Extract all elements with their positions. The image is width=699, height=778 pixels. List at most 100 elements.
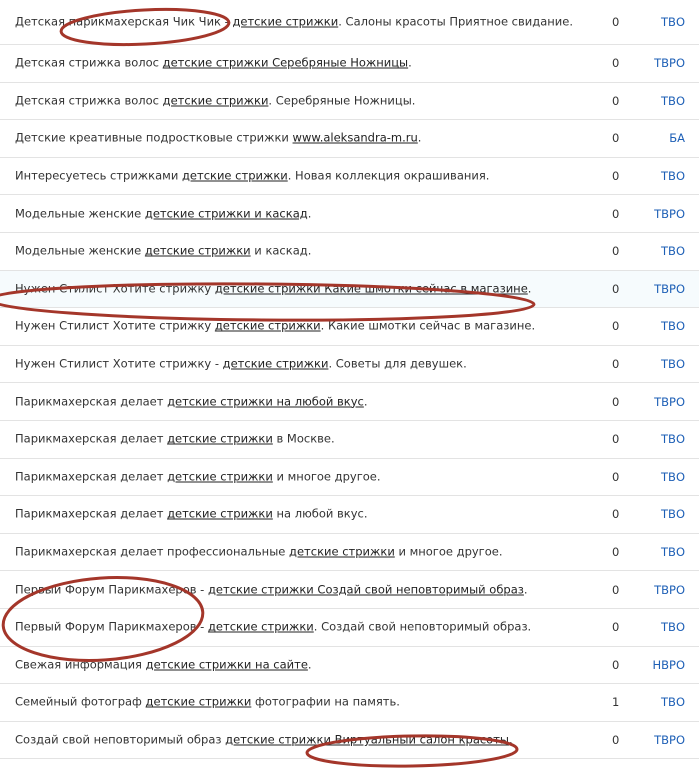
- row-prefix: Детская стрижка волос: [15, 93, 163, 108]
- row-prefix: Нужен Стилист Хотите стрижку: [15, 281, 215, 296]
- row-count: 0: [612, 244, 620, 259]
- row-text: Первый Форум Парикмахеров - детские стри…: [15, 581, 575, 598]
- row-suffix: .: [363, 394, 368, 409]
- row-count: 0: [612, 432, 620, 447]
- row-suffix: .: [523, 582, 528, 597]
- row-text: Нужен Стилист Хотите стрижку детские стр…: [15, 318, 575, 335]
- row-link[interactable]: детские стрижки: [182, 169, 288, 183]
- row-text: Интересуетесь стрижками детские стрижки.…: [15, 168, 575, 185]
- table-row: Нужен Стилист Хотите стрижку - детские с…: [0, 346, 699, 384]
- table-row: Нужен Стилист Хотите стрижку детские стр…: [0, 308, 699, 346]
- row-count: 0: [612, 582, 620, 597]
- table-row: Парикмахерская делает детские стрижки на…: [0, 496, 699, 534]
- row-text: Парикмахерская делает детские стрижки на…: [15, 506, 575, 523]
- row-count: 1: [612, 695, 620, 710]
- row-link[interactable]: детские стрижки: [146, 695, 252, 709]
- row-count: 0: [612, 131, 620, 146]
- row-text: Парикмахерская делает детские стрижки на…: [15, 393, 575, 410]
- row-type-link[interactable]: ТВО: [661, 244, 685, 258]
- row-type-link[interactable]: ТВО: [661, 470, 685, 484]
- row-type-link[interactable]: ТВО: [661, 169, 685, 183]
- row-text: Нужен Стилист Хотите стрижку детские стр…: [15, 280, 575, 297]
- row-suffix: .: [408, 55, 412, 70]
- table-row: Парикмахерская делает детские стрижки в …: [0, 421, 699, 459]
- row-link[interactable]: детские стрижки: [163, 93, 269, 107]
- row-type-link[interactable]: ТВРО: [654, 733, 685, 747]
- table-row: Парикмахерская делает профессиональные д…: [0, 534, 699, 572]
- row-link[interactable]: детские стрижки: [289, 545, 395, 559]
- row-suffix: .: [307, 657, 312, 672]
- row-text: Парикмахерская делает профессиональные д…: [15, 544, 575, 561]
- row-suffix: .: [307, 206, 312, 221]
- row-link[interactable]: детские стрижки: [167, 432, 273, 446]
- table-row: Модельные женские детские стрижки и каск…: [0, 233, 699, 271]
- row-text: Парикмахерская делает детские стрижки в …: [15, 431, 575, 448]
- row-prefix: Парикмахерская делает: [15, 469, 168, 484]
- row-suffix: .: [509, 732, 513, 747]
- row-suffix: . Салоны красоты Приятное свидание.: [338, 14, 573, 29]
- row-prefix: Интересуетесь стрижками: [15, 168, 182, 183]
- row-link[interactable]: детские стрижки: [167, 469, 273, 483]
- results-table: Детская парикмахерская Чик Чик - детские…: [0, 0, 699, 760]
- row-link[interactable]: детские стрижки и каскад: [145, 206, 308, 220]
- row-type-link[interactable]: ТВО: [661, 545, 685, 559]
- row-link[interactable]: детские стрижки на сайте: [146, 657, 308, 671]
- row-text: Детская парикмахерская Чик Чик - детские…: [15, 14, 575, 31]
- row-type-link[interactable]: ТВРО: [654, 395, 685, 409]
- row-link[interactable]: детские стрижки: [232, 15, 338, 29]
- row-link[interactable]: детские стрижки на любой вкус: [167, 394, 364, 408]
- row-count: 0: [612, 357, 620, 372]
- row-prefix: Семейный фотограф: [15, 694, 146, 709]
- row-suffix: фотографии на память.: [251, 694, 400, 709]
- table-row: Парикмахерская делает детские стрижки и …: [0, 459, 699, 497]
- row-type-link[interactable]: ТВО: [661, 94, 685, 108]
- row-count: 0: [612, 319, 620, 334]
- row-prefix: Парикмахерская делает: [15, 431, 168, 446]
- row-suffix: .: [417, 130, 422, 145]
- row-count: 0: [612, 469, 620, 484]
- row-type-link[interactable]: ТВРО: [654, 583, 685, 597]
- row-count: 0: [612, 15, 620, 29]
- table-row: Модельные женские детские стрижки и каск…: [0, 195, 699, 233]
- row-prefix: Первый Форум Парикмахеров -: [15, 582, 208, 597]
- row-type-link[interactable]: ТВО: [661, 319, 685, 333]
- row-count: 0: [612, 56, 620, 71]
- row-type-link[interactable]: ТВРО: [654, 207, 685, 221]
- row-type-link[interactable]: ТВРО: [654, 282, 685, 296]
- row-prefix: Детская стрижка волос: [15, 55, 163, 70]
- table-row: Семейный фотограф детские стрижки фотогр…: [0, 684, 699, 722]
- row-type-link[interactable]: ТВО: [661, 357, 685, 371]
- row-text: Парикмахерская делает детские стрижки и …: [15, 468, 575, 485]
- row-type-link[interactable]: ТВО: [661, 15, 685, 29]
- row-type-link[interactable]: ТВРО: [654, 56, 685, 70]
- row-prefix: Детские креативные подростковые стрижки: [15, 130, 293, 145]
- row-suffix: . Новая коллекция окрашивания.: [287, 168, 490, 183]
- row-type-link[interactable]: НВРО: [652, 658, 685, 672]
- row-suffix: . Серебряные Ножницы.: [268, 93, 416, 108]
- table-row: Создай свой неповторимый образ детские с…: [0, 722, 699, 760]
- row-link[interactable]: детские стрижки: [223, 357, 329, 371]
- row-suffix: на любой вкус.: [272, 506, 368, 521]
- row-text: Свежая информация детские стрижки на сай…: [15, 656, 575, 673]
- row-type-link[interactable]: ТВО: [661, 620, 685, 634]
- row-text: Детские креативные подростковые стрижки …: [15, 130, 575, 147]
- row-link[interactable]: детские стрижки Какие шмотки сейчас в ма…: [215, 281, 528, 295]
- row-suffix: в Москве.: [272, 431, 335, 446]
- row-link[interactable]: детские стрижки Серебряные Ножницы: [163, 56, 409, 70]
- row-link[interactable]: детские стрижки: [208, 620, 314, 634]
- row-link[interactable]: детские стрижки: [215, 319, 321, 333]
- row-link[interactable]: детские стрижки Создай свой неповторимый…: [208, 582, 524, 596]
- row-link[interactable]: www.aleksandra-m.ru: [293, 131, 418, 145]
- row-type-link[interactable]: БА: [669, 131, 685, 145]
- table-row: Детская стрижка волос детские стрижки Се…: [0, 45, 699, 83]
- row-prefix: Парикмахерская делает профессиональные: [15, 544, 290, 559]
- row-link[interactable]: детские стрижки Виртуальный салон красот…: [225, 732, 509, 746]
- row-type-link[interactable]: ТВО: [661, 695, 685, 709]
- row-type-link[interactable]: ТВО: [661, 432, 685, 446]
- row-link[interactable]: детские стрижки: [145, 244, 251, 258]
- row-text: Создай свой неповторимый образ детские с…: [15, 731, 575, 748]
- table-row: Парикмахерская делает детские стрижки на…: [0, 383, 699, 421]
- row-prefix: Создай свой неповторимый образ: [15, 732, 226, 747]
- row-link[interactable]: детские стрижки: [167, 507, 273, 521]
- row-type-link[interactable]: ТВО: [661, 507, 685, 521]
